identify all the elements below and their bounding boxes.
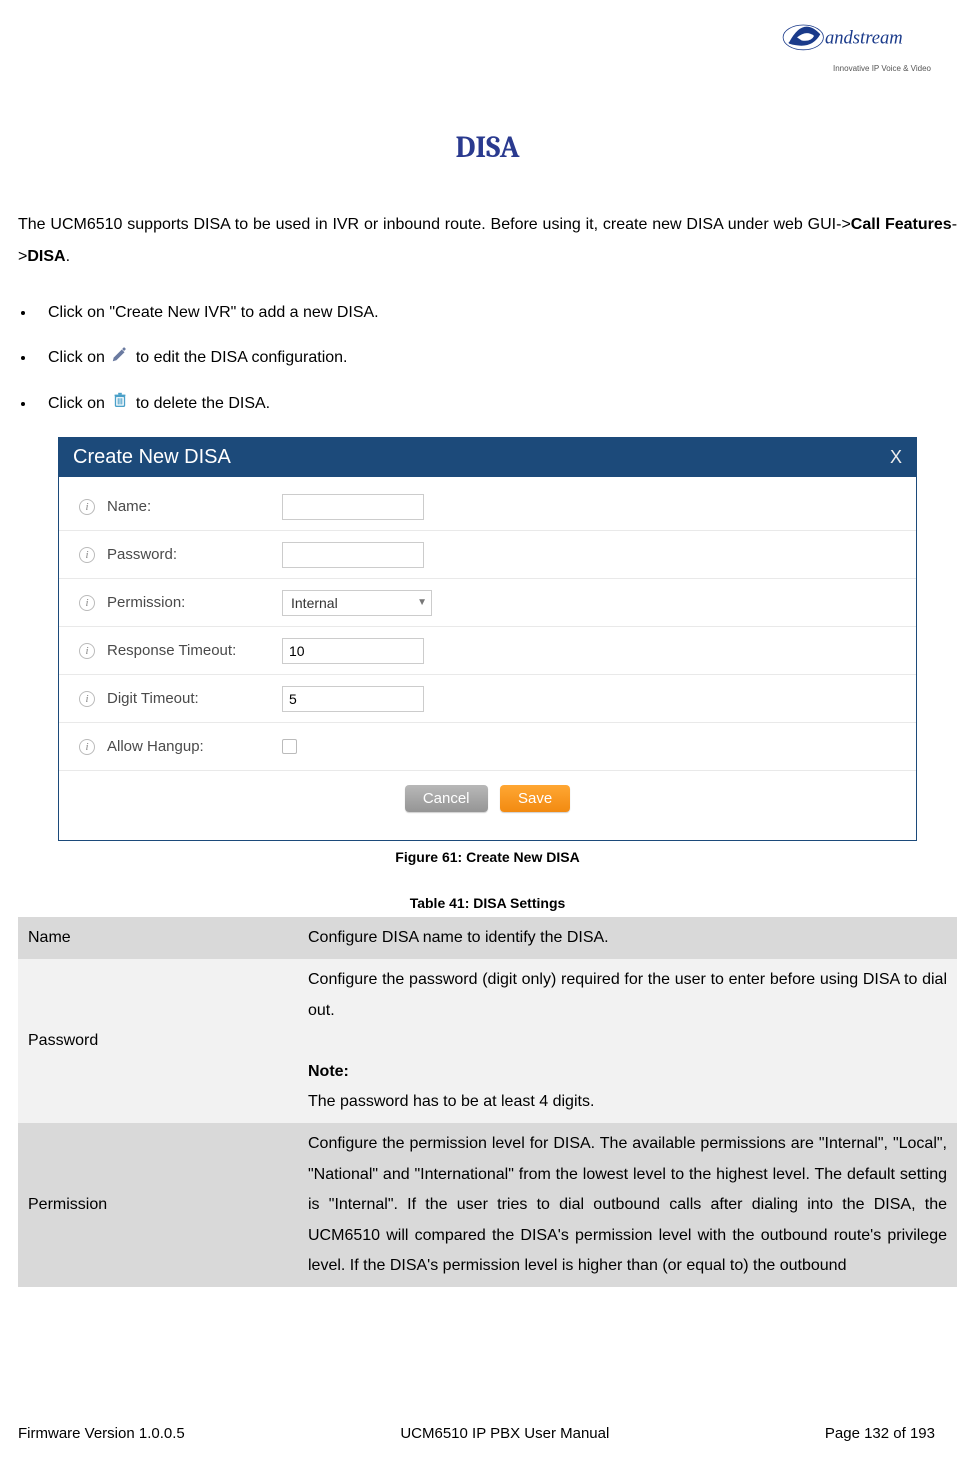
response-timeout-input[interactable]	[282, 638, 424, 664]
table-caption: Table 41: DISA Settings	[18, 895, 957, 911]
label-password: Password:	[107, 546, 282, 563]
permission-value: Internal	[291, 595, 338, 611]
disa-settings-table: Name Configure DISA name to identify the…	[18, 917, 957, 1287]
intro-bold-callfeatures: Call Features	[851, 216, 952, 233]
label-allow-hangup: Allow Hangup:	[107, 738, 282, 755]
save-button[interactable]: Save	[500, 785, 570, 812]
form-row-permission: i Permission: Internal ▼	[59, 579, 916, 627]
setting-key-permission: Permission	[18, 1123, 298, 1287]
bullet-text: Click on "Create New IVR" to add a new D…	[48, 304, 379, 321]
setting-val-name: Configure DISA name to identify the DISA…	[298, 917, 957, 959]
intro-bold-disa: DISA	[27, 248, 65, 265]
note-label: Note:	[308, 1063, 349, 1080]
bullet-text-pre: Click on	[48, 349, 109, 366]
form-row-digit-timeout: i Digit Timeout:	[59, 675, 916, 723]
password-input[interactable]	[282, 542, 424, 568]
form-row-password: i Password:	[59, 531, 916, 579]
bullet-text-post: to edit the DISA configuration.	[136, 349, 348, 366]
permission-select[interactable]: Internal ▼	[282, 590, 432, 616]
info-icon[interactable]: i	[79, 691, 95, 707]
chevron-down-icon: ▼	[417, 597, 427, 608]
note-text: The password has to be at least 4 digits…	[308, 1093, 594, 1110]
modal-title: Create New DISA	[73, 446, 231, 469]
form-row-allow-hangup: i Allow Hangup:	[59, 723, 916, 771]
bullet-text-post: to delete the DISA.	[136, 395, 270, 412]
setting-key-name: Name	[18, 917, 298, 959]
list-item: Click on to edit the DISA configuration.	[36, 345, 957, 371]
info-icon[interactable]: i	[79, 739, 95, 755]
create-new-disa-modal: Create New DISA X i Name: i Password: i …	[58, 437, 917, 841]
footer-title: UCM6510 IP PBX User Manual	[400, 1425, 609, 1442]
form-row-response-timeout: i Response Timeout:	[59, 627, 916, 675]
info-icon[interactable]: i	[79, 547, 95, 563]
label-response-timeout: Response Timeout:	[107, 642, 282, 659]
figure-caption: Figure 61: Create New DISA	[18, 849, 957, 865]
instruction-list: Click on "Create New IVR" to add a new D…	[36, 301, 957, 417]
setting-val-password: Configure the password (digit only) requ…	[298, 959, 957, 1123]
name-input[interactable]	[282, 494, 424, 520]
setting-val-permission: Configure the permission level for DISA.…	[298, 1123, 957, 1287]
info-icon[interactable]: i	[79, 595, 95, 611]
page-footer: Firmware Version 1.0.0.5 UCM6510 IP PBX …	[18, 1425, 935, 1442]
delete-trash-icon	[111, 391, 129, 417]
footer-firmware: Firmware Version 1.0.0.5	[18, 1425, 185, 1442]
label-permission: Permission:	[107, 594, 282, 611]
bullet-text-pre: Click on	[48, 395, 109, 412]
form-row-name: i Name:	[59, 483, 916, 531]
allow-hangup-checkbox[interactable]	[282, 739, 297, 754]
password-desc: Configure the password (digit only) requ…	[308, 971, 947, 1018]
info-icon[interactable]: i	[79, 499, 95, 515]
table-row: Permission Configure the permission leve…	[18, 1123, 957, 1287]
grandstream-logo-icon: andstream	[780, 18, 935, 63]
footer-page: Page 132 of 193	[825, 1425, 935, 1442]
info-icon[interactable]: i	[79, 643, 95, 659]
list-item: Click on "Create New IVR" to add a new D…	[36, 301, 957, 325]
cancel-button[interactable]: Cancel	[405, 785, 488, 812]
digit-timeout-input[interactable]	[282, 686, 424, 712]
modal-header: Create New DISA X	[59, 438, 916, 477]
logo-tagline: Innovative IP Voice & Video	[780, 64, 935, 73]
modal-button-row: Cancel Save	[59, 771, 916, 824]
brand-logo: andstream Innovative IP Voice & Video	[780, 18, 935, 73]
list-item: Click on to delete the DISA.	[36, 391, 957, 417]
close-icon[interactable]: X	[890, 447, 902, 468]
intro-period: .	[66, 248, 70, 265]
edit-pencil-icon	[111, 345, 129, 371]
table-row: Password Configure the password (digit o…	[18, 959, 957, 1123]
label-name: Name:	[107, 498, 282, 515]
table-row: Name Configure DISA name to identify the…	[18, 917, 957, 959]
page-title: DISA	[18, 130, 957, 165]
intro-paragraph: The UCM6510 supports DISA to be used in …	[18, 209, 957, 273]
intro-text: The UCM6510 supports DISA to be used in …	[18, 216, 851, 233]
setting-key-password: Password	[18, 959, 298, 1123]
svg-text:andstream: andstream	[825, 28, 903, 49]
label-digit-timeout: Digit Timeout:	[107, 690, 282, 707]
